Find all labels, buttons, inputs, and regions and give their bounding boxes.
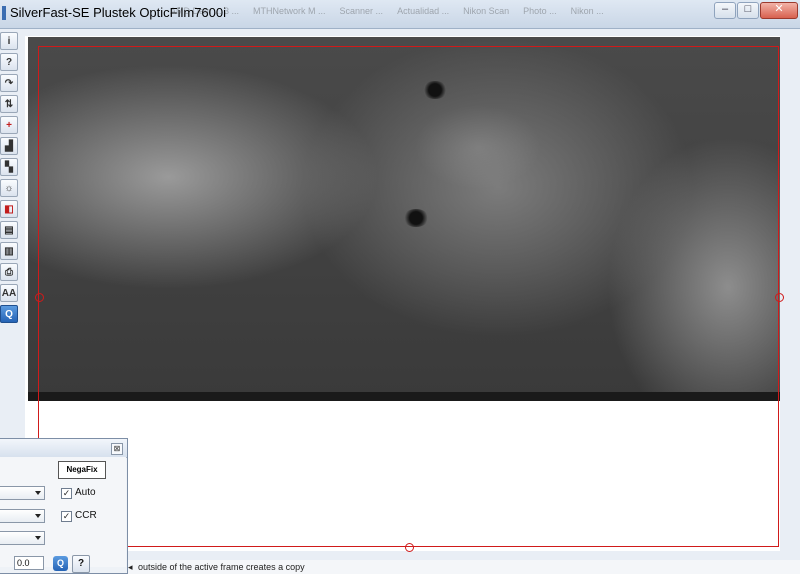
- rotate-icon[interactable]: ↷: [0, 74, 18, 92]
- negafix-dialog: ⊠ NegaFix ✓ Auto ✓ CCR 0.0 Q ?: [0, 438, 128, 574]
- taskbar-item: Scanner ...: [339, 6, 384, 16]
- taskbar-item: Nikon ...: [570, 6, 604, 16]
- gradation-icon[interactable]: ▤: [0, 221, 18, 239]
- frame-handle-bottom[interactable]: [405, 543, 414, 552]
- ccr-checkbox[interactable]: ✓: [61, 511, 72, 522]
- frame-handle-left[interactable]: [35, 293, 44, 302]
- flip-icon[interactable]: ⇅: [0, 95, 18, 113]
- maximize-button[interactable]: □: [737, 2, 759, 19]
- auto-label: Auto: [75, 487, 96, 498]
- taskbar-item: Actualidad ...: [397, 6, 450, 16]
- minimize-button[interactable]: –: [714, 2, 736, 19]
- ccr-label: CCR: [75, 510, 97, 521]
- background-taskbar: AMD Dem ... 3 ... MTHNetwork M ... Scann…: [170, 6, 604, 16]
- help-icon[interactable]: ?: [0, 53, 18, 71]
- tool-palette: i ? ↷ ⇅ + ▟ ▚ ☼ ◧ ▤ ▥ ⎙ AA Q: [0, 32, 20, 326]
- film-iso-select[interactable]: [0, 531, 45, 545]
- exposure-value-field[interactable]: 0.0: [14, 556, 44, 570]
- scanner-icon[interactable]: ⎙: [0, 263, 18, 281]
- status-bar: ◂ outside of the active frame creates a …: [128, 560, 800, 574]
- color-icon[interactable]: ◧: [0, 200, 18, 218]
- help-button[interactable]: ?: [72, 555, 90, 573]
- title-bar: SilverFast-SE Plustek OpticFilm7600i AMD…: [0, 0, 800, 29]
- app-icon: [2, 6, 6, 20]
- status-arrow-icon: ◂: [128, 562, 133, 572]
- dialog-close-icon[interactable]: ⊠: [111, 443, 123, 455]
- densitometer-icon[interactable]: ▥: [0, 242, 18, 260]
- taskbar-item: MTHNetwork M ...: [253, 6, 326, 16]
- chevron-down-icon: [35, 491, 41, 495]
- close-button[interactable]: ✕: [760, 2, 798, 19]
- auto-checkbox[interactable]: ✓: [61, 488, 72, 499]
- chevron-down-icon: [35, 536, 41, 540]
- brightness-icon[interactable]: ☼: [0, 179, 18, 197]
- film-type-select[interactable]: [0, 509, 45, 523]
- film-manufacturer-select[interactable]: [0, 486, 45, 500]
- frame-handle-right[interactable]: [775, 293, 784, 302]
- silverfast-help-icon[interactable]: Q: [0, 305, 18, 323]
- negafix-logo-text: NegaFix: [66, 465, 98, 474]
- dialog-body: NegaFix ✓ Auto ✓ CCR: [0, 457, 126, 567]
- unsharp-icon[interactable]: AA: [0, 284, 18, 302]
- taskbar-item: Photo ...: [523, 6, 557, 16]
- status-text: outside of the active frame creates a co…: [138, 562, 305, 572]
- info-icon[interactable]: i: [0, 32, 18, 50]
- crosshair-icon[interactable]: +: [0, 116, 18, 134]
- silverfast-help-button[interactable]: Q: [53, 556, 68, 571]
- scan-frame[interactable]: [38, 46, 779, 547]
- chevron-down-icon: [35, 514, 41, 518]
- dialog-titlebar[interactable]: ⊠: [0, 439, 127, 458]
- histogram-icon[interactable]: ▚: [0, 158, 18, 176]
- taskbar-item: AMD Dem ... 3 ...: [170, 6, 240, 16]
- negafix-logo: NegaFix: [58, 461, 106, 479]
- levels-icon[interactable]: ▟: [0, 137, 18, 155]
- taskbar-item: Nikon Scan: [463, 6, 510, 16]
